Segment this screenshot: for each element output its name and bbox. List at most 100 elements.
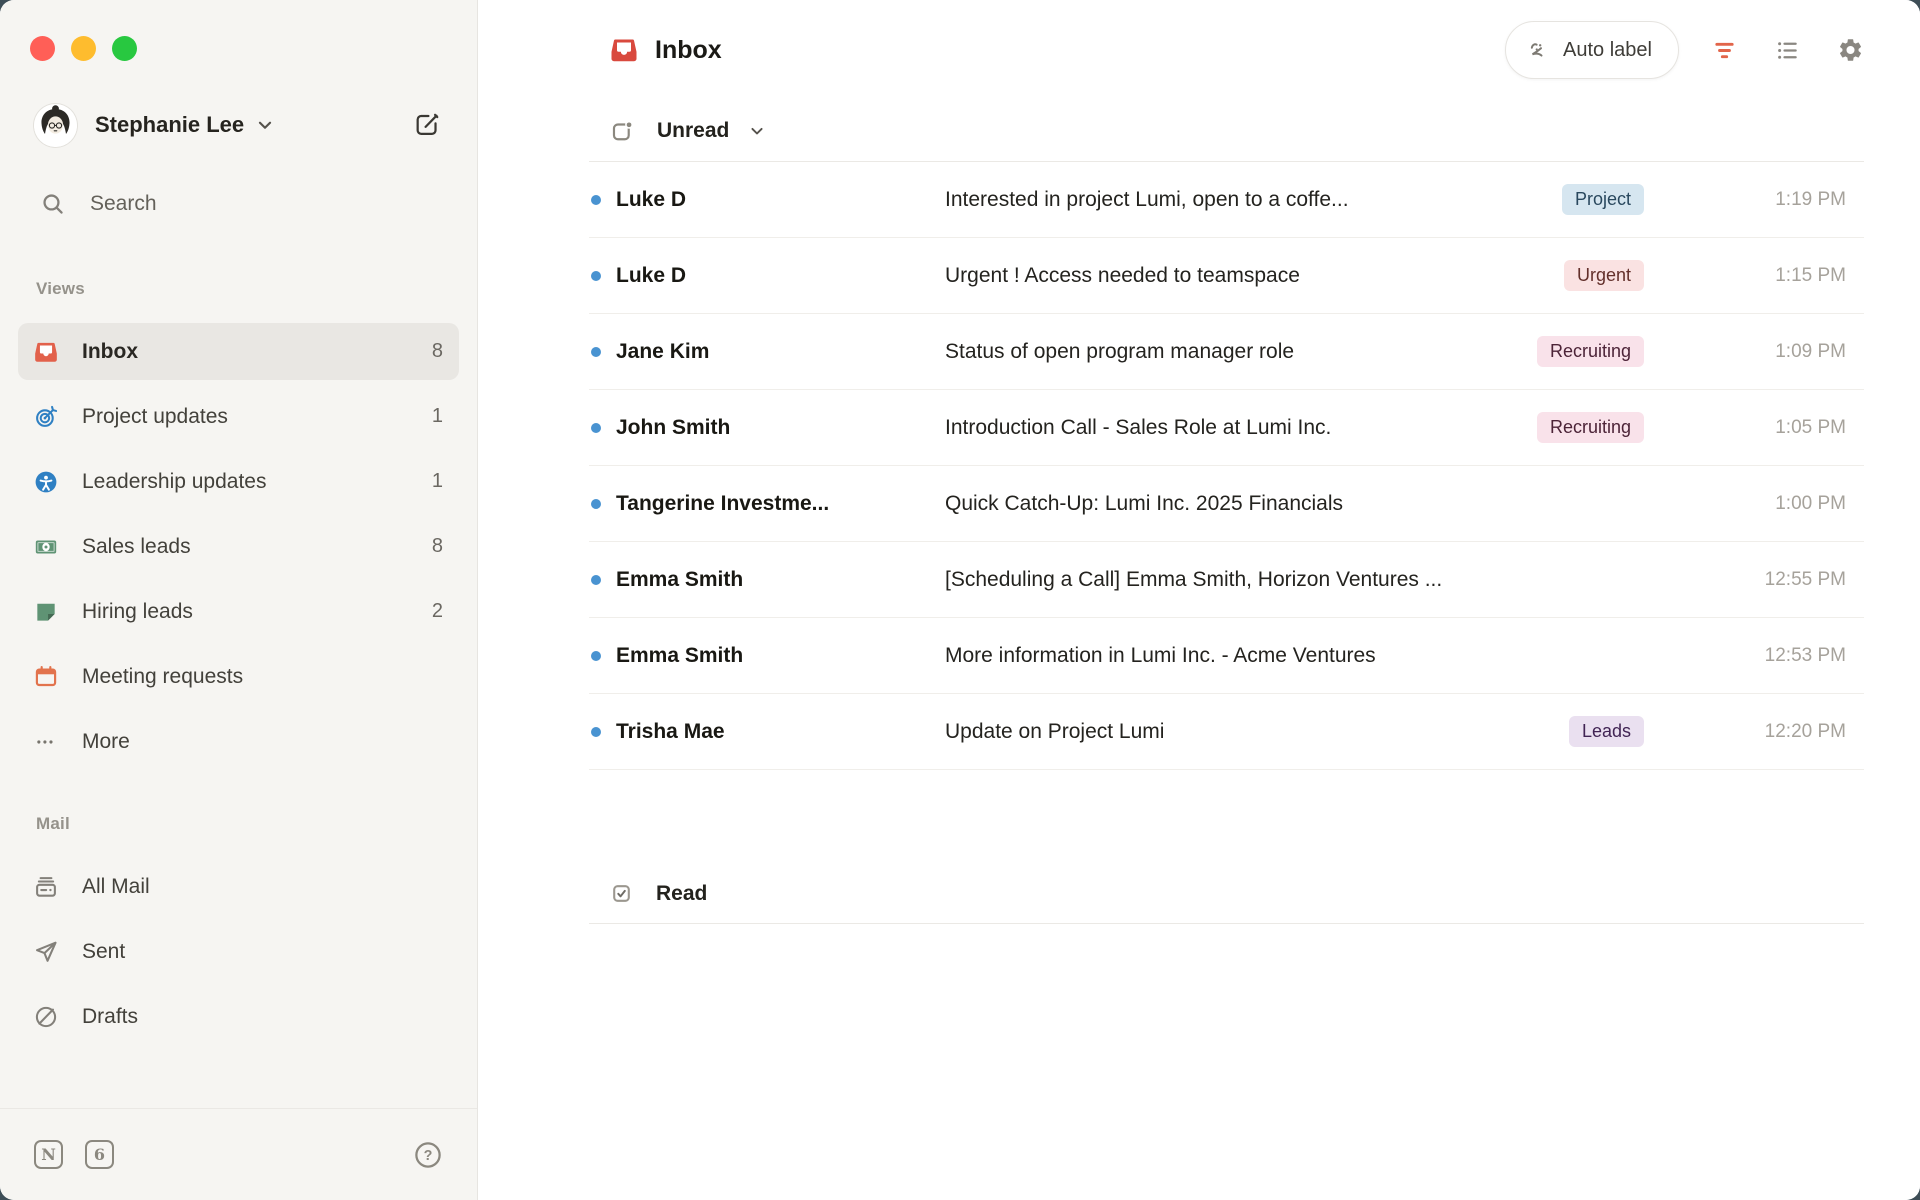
email-row[interactable]: Luke D Interested in project Lumi, open … bbox=[589, 162, 1864, 238]
sidebar-item-sent[interactable]: Sent bbox=[18, 923, 459, 980]
help-button[interactable]: ? bbox=[413, 1140, 443, 1170]
email-sender: Emma Smith bbox=[616, 644, 945, 668]
email-subject: Urgent ! Access needed to teamspace bbox=[945, 264, 1548, 288]
email-row[interactable]: John Smith Introduction Call - Sales Rol… bbox=[589, 390, 1864, 466]
inbox-icon bbox=[609, 35, 639, 65]
read-checkbox-icon bbox=[609, 881, 634, 906]
sidebar-item-drafts[interactable]: Drafts bbox=[18, 988, 459, 1045]
section-label-views: Views bbox=[36, 279, 477, 303]
email-sender: Jane Kim bbox=[616, 340, 945, 364]
sidebar-item-inbox[interactable]: Inbox 8 bbox=[18, 323, 459, 380]
section-label-mail: Mail bbox=[36, 814, 477, 838]
sidebar-item-project-updates[interactable]: Project updates 1 bbox=[18, 388, 459, 445]
settings-button[interactable] bbox=[1837, 37, 1864, 64]
email-subject: Interested in project Lumi, open to a co… bbox=[945, 188, 1546, 212]
sidebar-item-label: Meeting requests bbox=[82, 665, 243, 689]
sidebar-item-meeting-requests[interactable]: Meeting requests bbox=[18, 648, 459, 705]
section-items-views: Inbox 8 Project updates 1 Leadership upd… bbox=[0, 323, 477, 770]
sidebar-item-more[interactable]: More bbox=[18, 713, 459, 770]
header-actions: Auto label bbox=[1505, 21, 1864, 79]
sidebar-item-leadership-updates[interactable]: Leadership updates 1 bbox=[18, 453, 459, 510]
main-header: Inbox Auto label bbox=[589, 0, 1864, 100]
filter-button[interactable] bbox=[1711, 37, 1738, 64]
sidebar-item-label: Sent bbox=[82, 940, 125, 964]
account-chevron-down-icon[interactable] bbox=[254, 114, 276, 136]
sidebar-item-count: 1 bbox=[432, 470, 443, 493]
section-items-mail: All Mail Sent Drafts bbox=[0, 858, 477, 1045]
read-section-header[interactable]: Read bbox=[589, 864, 1864, 924]
email-subject: Quick Catch-Up: Lumi Inc. 2025 Financial… bbox=[945, 492, 1734, 516]
email-subject: More information in Lumi Inc. - Acme Ven… bbox=[945, 644, 1734, 668]
unread-dot bbox=[591, 271, 601, 281]
ellipsis-icon bbox=[33, 729, 59, 755]
notion-logo-badge[interactable]: N bbox=[34, 1140, 63, 1169]
read-label: Read bbox=[656, 882, 707, 906]
unread-section-header[interactable]: Unread bbox=[589, 100, 1864, 162]
sidebar-footer: N 6 ? bbox=[0, 1108, 477, 1200]
search-icon bbox=[40, 191, 66, 217]
email-time: 1:05 PM bbox=[1734, 417, 1846, 439]
email-tag-badge: Recruiting bbox=[1537, 336, 1644, 367]
list-icon bbox=[1774, 37, 1801, 64]
sidebar-item-label: Project updates bbox=[82, 405, 228, 429]
calendar-icon bbox=[33, 664, 59, 690]
email-tag-badge: Urgent bbox=[1564, 260, 1644, 291]
sidebar: Stephanie Lee Search Views Inbox 8 bbox=[0, 0, 478, 1200]
sidebar-item-sales-leads[interactable]: Sales leads 8 bbox=[18, 518, 459, 575]
compose-button[interactable] bbox=[413, 111, 441, 139]
zoom-window-button[interactable] bbox=[112, 36, 137, 61]
sidebar-item-label: Inbox bbox=[82, 340, 138, 364]
money-icon bbox=[33, 534, 59, 560]
note-icon bbox=[33, 599, 59, 625]
sidebar-item-count: 8 bbox=[432, 340, 443, 363]
sidebar-item-all-mail[interactable]: All Mail bbox=[18, 858, 459, 915]
email-row[interactable]: Trisha Mae Update on Project Lumi Leads … bbox=[589, 694, 1864, 770]
unread-chevron-down-icon[interactable] bbox=[747, 121, 767, 141]
sidebar-item-label: Hiring leads bbox=[82, 600, 193, 624]
auto-label-text: Auto label bbox=[1563, 39, 1652, 62]
sidebar-item-count: 2 bbox=[432, 600, 443, 623]
unread-dot bbox=[591, 727, 601, 737]
search-button[interactable]: Search bbox=[0, 179, 477, 229]
email-subject: [Scheduling a Call] Emma Smith, Horizon … bbox=[945, 568, 1734, 592]
email-row[interactable]: Jane Kim Status of open program manager … bbox=[589, 314, 1864, 390]
email-tag-badge: Recruiting bbox=[1537, 412, 1644, 443]
page-title: Inbox bbox=[655, 36, 722, 65]
filter-icon bbox=[1711, 37, 1738, 64]
list-view-button[interactable] bbox=[1774, 37, 1801, 64]
draft-icon bbox=[33, 1004, 59, 1030]
email-row[interactable]: Luke D Urgent ! Access needed to teamspa… bbox=[589, 238, 1864, 314]
unread-dot bbox=[591, 195, 601, 205]
unread-dot bbox=[591, 651, 601, 661]
email-time: 1:00 PM bbox=[1734, 493, 1846, 515]
close-window-button[interactable] bbox=[30, 36, 55, 61]
auto-label-icon bbox=[1526, 38, 1551, 63]
inbox-icon bbox=[33, 339, 59, 365]
sidebar-item-count: 1 bbox=[432, 405, 443, 428]
sidebar-item-hiring-leads[interactable]: Hiring leads 2 bbox=[18, 583, 459, 640]
email-list: Luke D Interested in project Lumi, open … bbox=[589, 162, 1864, 770]
profile-row: Stephanie Lee bbox=[0, 97, 477, 153]
email-subject: Update on Project Lumi bbox=[945, 720, 1553, 744]
account-name[interactable]: Stephanie Lee bbox=[95, 112, 244, 138]
unread-dot bbox=[591, 347, 601, 357]
unread-dot bbox=[591, 499, 601, 509]
auto-label-button[interactable]: Auto label bbox=[1505, 21, 1679, 79]
send-icon bbox=[33, 939, 59, 965]
sidebar-item-label: Leadership updates bbox=[82, 470, 266, 494]
email-row[interactable]: Tangerine Investme... Quick Catch-Up: Lu… bbox=[589, 466, 1864, 542]
email-sender: Tangerine Investme... bbox=[616, 492, 945, 516]
email-time: 12:53 PM bbox=[1734, 645, 1846, 667]
gear-icon bbox=[1837, 36, 1864, 64]
minimize-window-button[interactable] bbox=[71, 36, 96, 61]
avatar[interactable] bbox=[34, 104, 77, 147]
unread-icon bbox=[609, 118, 635, 144]
calendar-badge[interactable]: 6 bbox=[85, 1140, 114, 1169]
sidebar-sections: Views Inbox 8 Project updates 1 Leadersh… bbox=[0, 229, 477, 1045]
sidebar-item-label: All Mail bbox=[82, 875, 150, 899]
email-row[interactable]: Emma Smith More information in Lumi Inc.… bbox=[589, 618, 1864, 694]
email-sender: Emma Smith bbox=[616, 568, 945, 592]
email-row[interactable]: Emma Smith [Scheduling a Call] Emma Smit… bbox=[589, 542, 1864, 618]
email-time: 12:55 PM bbox=[1734, 569, 1846, 591]
unread-label: Unread bbox=[657, 119, 729, 143]
